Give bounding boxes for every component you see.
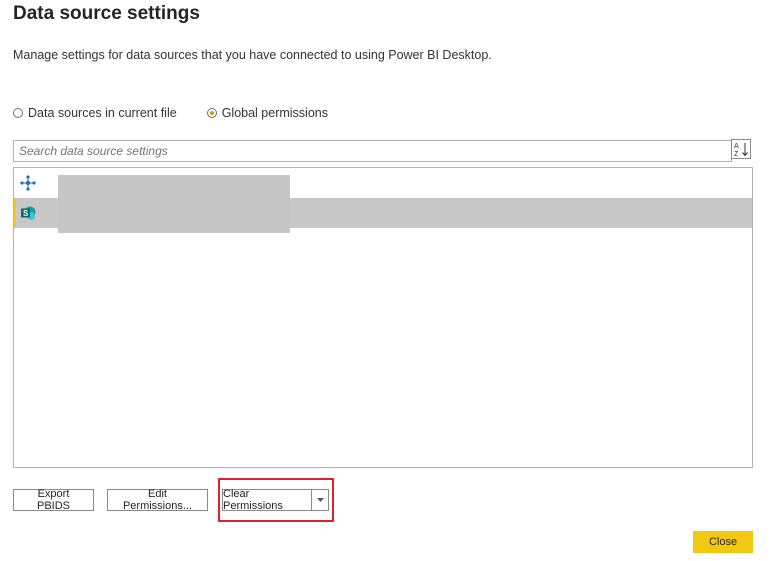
sort-button[interactable]: A Z [731, 139, 751, 159]
svg-text:A: A [734, 143, 739, 150]
svg-text:Z: Z [734, 151, 739, 157]
radio-global-permissions-label: Global permissions [221, 106, 328, 120]
clear-permissions-split-button: Clear Permissions [222, 488, 329, 512]
search-input[interactable] [13, 140, 732, 162]
clear-permissions-button[interactable]: Clear Permissions [223, 488, 312, 512]
radio-current-file-label: Data sources in current file [28, 106, 177, 120]
radio-global-permissions[interactable]: Global permissions [206, 106, 328, 120]
radio-circle-selected-icon [206, 108, 217, 118]
svg-text:S: S [23, 209, 29, 218]
scope-radio-group: Data sources in current file Global perm… [13, 106, 358, 120]
dialog-description: Manage settings for data sources that yo… [13, 48, 492, 62]
sharepoint-icon: S [21, 206, 36, 220]
clear-permissions-dropdown[interactable] [312, 490, 328, 510]
radio-circle-icon [13, 108, 23, 118]
web-connector-icon [20, 175, 36, 191]
dialog-title: Data source settings [13, 3, 200, 24]
edit-permissions-button[interactable]: Edit Permissions... [107, 488, 208, 512]
close-button[interactable]: Close [693, 531, 753, 553]
sort-az-icon: A Z [734, 143, 748, 157]
redacted-source-names [58, 175, 290, 233]
radio-current-file[interactable]: Data sources in current file [13, 106, 177, 120]
chevron-down-icon [316, 498, 324, 502]
export-pbids-button[interactable]: Export PBIDS [13, 488, 94, 512]
data-source-list: S [13, 167, 753, 468]
